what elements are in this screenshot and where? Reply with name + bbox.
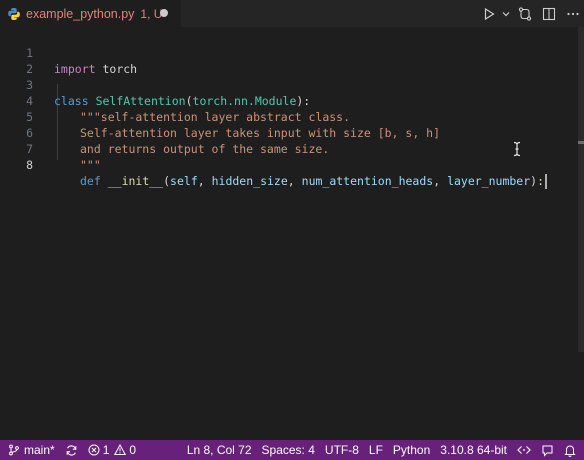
comma: , xyxy=(197,174,212,188)
python-file-icon xyxy=(7,7,21,21)
live-share-icon[interactable] xyxy=(512,440,536,460)
code-line-7[interactable]: 7 """ xyxy=(0,125,584,172)
code-line-8[interactable]: 8 def __init__(self, hidden_size, num_at… xyxy=(0,141,584,189)
sync-icon xyxy=(65,444,78,457)
line-number-active: 8 xyxy=(26,158,33,172)
code-editor[interactable]: 1 import torch 2 3 class SelfAttention(t… xyxy=(0,27,584,440)
code-line-3[interactable]: 3 class SelfAttention(torch.nn.Module): xyxy=(0,61,584,108)
param-self: self xyxy=(170,174,198,188)
comma: , xyxy=(433,174,448,188)
comma: , xyxy=(287,174,302,188)
branch-indicator[interactable]: main* xyxy=(3,440,60,460)
function-name: __init__ xyxy=(107,174,164,188)
encoding[interactable]: UTF-8 xyxy=(320,440,364,460)
vertical-scrollbar[interactable] xyxy=(578,27,584,352)
notifications-bell-icon[interactable] xyxy=(559,440,581,460)
language-mode[interactable]: Python xyxy=(388,440,435,460)
warning-count: 0 xyxy=(129,443,137,457)
run-icon[interactable] xyxy=(478,3,500,25)
docstring-close: """ xyxy=(80,158,101,172)
branch-name: main* xyxy=(24,443,55,457)
mouse-ibeam-icon xyxy=(512,141,522,157)
code-line-6[interactable]: 6 and returns output of the same size. xyxy=(0,109,584,156)
error-count: 1 xyxy=(102,443,110,457)
problems-indicator[interactable]: 1 0 xyxy=(83,440,141,460)
code-line-4[interactable]: 4 """self-attention layer abstract class… xyxy=(0,77,584,124)
code-line-5[interactable]: 5 Self-attention layer takes input with … xyxy=(0,93,584,140)
tab-filename: example_python.py xyxy=(26,6,135,21)
more-actions-icon[interactable] xyxy=(562,3,584,25)
param-hidden-size: hidden_size xyxy=(211,174,288,188)
status-bar: main* 1 0 Ln 8, Col 72 Spaces: 4 UTF-8 L… xyxy=(0,440,584,460)
split-editor-icon[interactable] xyxy=(538,3,560,25)
indentation[interactable]: Spaces: 4 xyxy=(257,440,320,460)
text-cursor xyxy=(545,174,548,189)
param-num-attention-heads: num_attention_heads xyxy=(301,174,434,188)
compare-changes-icon[interactable] xyxy=(514,3,536,25)
def-keyword: def xyxy=(80,174,101,188)
editor-tab-bar: example_python.py 1, U xyxy=(0,0,584,27)
python-interpreter[interactable]: 3.10.8 64-bit xyxy=(435,440,512,460)
cursor-position-marker xyxy=(578,141,584,144)
sync-button[interactable] xyxy=(60,440,83,460)
code-line-1[interactable]: 1 import torch xyxy=(0,29,584,76)
feedback-icon[interactable] xyxy=(536,440,559,460)
editor-tab-example-python[interactable]: example_python.py 1, U xyxy=(0,0,181,27)
end-of-line[interactable]: LF xyxy=(364,440,388,460)
editor-actions xyxy=(476,0,584,27)
cursor-position[interactable]: Ln 8, Col 72 xyxy=(182,440,257,460)
code-line-2[interactable]: 2 xyxy=(0,45,584,76)
paren: ( xyxy=(163,174,171,188)
warning-icon xyxy=(114,444,127,456)
git-branch-icon xyxy=(8,444,20,456)
error-icon xyxy=(88,444,100,456)
unsaved-dot-icon[interactable] xyxy=(160,9,168,17)
param-layer-number: layer_number xyxy=(447,174,531,188)
paren-colon: ): xyxy=(530,174,545,188)
chevron-down-icon[interactable] xyxy=(500,3,512,25)
